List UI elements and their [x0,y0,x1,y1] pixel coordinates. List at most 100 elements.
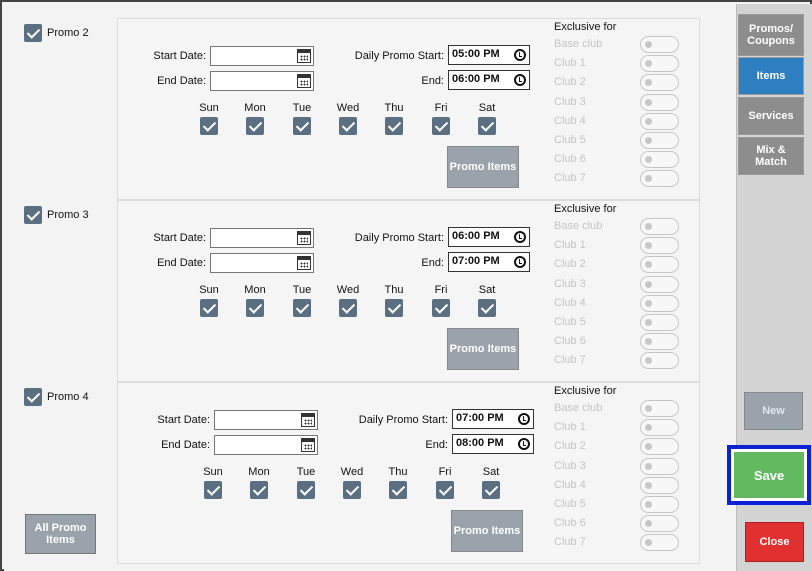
day-sun-checkbox[interactable]: Sun [193,466,233,502]
checkbox-checked-icon[interactable] [24,24,42,42]
exclusive-toggle[interactable] [640,352,679,370]
day-fri-checkbox[interactable]: Fri [421,284,461,320]
checkbox-checked-icon[interactable] [200,117,218,135]
day-tue-checkbox[interactable]: Tue [286,466,326,502]
daily-promo-start-input[interactable]: 05:00 PM [448,45,530,65]
daily-promo-end-input[interactable]: 07:00 PM [448,252,530,272]
promo-items-button[interactable]: Promo Items [447,146,519,188]
day-sat-checkbox[interactable]: Sat [467,284,507,320]
day-mon-checkbox[interactable]: Mon [235,102,275,138]
exclusive-toggle[interactable] [640,333,679,351]
checkbox-checked-icon[interactable] [246,117,264,135]
checkbox-checked-icon[interactable] [297,481,315,499]
exclusive-toggle[interactable] [640,151,679,169]
checkbox-checked-icon[interactable] [200,299,218,317]
exclusive-toggle[interactable] [640,496,679,513]
day-wed-checkbox[interactable]: Wed [328,284,368,320]
promo-enable-checkbox[interactable]: Promo 4 [24,388,89,406]
exclusive-toggle[interactable] [640,36,679,53]
day-tue-checkbox[interactable]: Tue [282,284,322,320]
daily-promo-end-input[interactable]: 06:00 PM [448,70,530,90]
exclusive-toggle[interactable] [640,438,679,456]
calendar-icon[interactable] [301,438,315,452]
day-wed-checkbox[interactable]: Wed [332,466,372,502]
exclusive-toggle[interactable] [640,314,679,331]
exclusive-toggle[interactable] [640,237,679,255]
exclusive-toggle[interactable] [640,74,679,92]
calendar-icon[interactable] [297,231,311,245]
exclusive-toggle[interactable] [640,256,679,274]
day-mon-checkbox[interactable]: Mon [235,284,275,320]
daily-promo-start-input[interactable]: 06:00 PM [448,227,530,247]
clock-icon[interactable] [518,413,530,425]
start-date-input[interactable] [210,46,314,66]
checkbox-checked-icon[interactable] [478,117,496,135]
checkbox-checked-icon[interactable] [385,117,403,135]
exclusive-toggle[interactable] [640,457,679,475]
exclusive-toggle[interactable] [640,170,679,188]
checkbox-checked-icon[interactable] [343,481,361,499]
clock-icon[interactable] [514,231,526,243]
exclusive-toggle[interactable] [640,218,679,235]
promo-enable-checkbox[interactable]: Promo 2 [24,24,89,42]
tab-items[interactable]: Items [738,57,804,95]
save-button[interactable]: Save [734,452,804,498]
day-thu-checkbox[interactable]: Thu [374,284,414,320]
exclusive-toggle[interactable] [640,400,679,417]
clock-icon[interactable] [518,438,530,450]
calendar-icon[interactable] [301,413,315,427]
exclusive-toggle[interactable] [640,132,679,149]
checkbox-checked-icon[interactable] [478,299,496,317]
tab-mix-and-match[interactable]: Mix & Match [738,137,804,175]
tab-services[interactable]: Services [738,97,804,135]
start-date-input[interactable] [214,410,318,430]
day-fri-checkbox[interactable]: Fri [425,466,465,502]
promo-items-button[interactable]: Promo Items [451,510,523,552]
exclusive-toggle[interactable] [640,93,679,111]
day-wed-checkbox[interactable]: Wed [328,102,368,138]
checkbox-checked-icon[interactable] [339,117,357,135]
checkbox-checked-icon[interactable] [24,206,42,224]
checkbox-checked-icon[interactable] [293,117,311,135]
exclusive-toggle[interactable] [640,476,679,494]
end-date-input[interactable] [210,253,314,273]
checkbox-checked-icon[interactable] [339,299,357,317]
clock-icon[interactable] [514,74,526,86]
day-fri-checkbox[interactable]: Fri [421,102,461,138]
checkbox-checked-icon[interactable] [482,481,500,499]
exclusive-toggle[interactable] [640,515,679,533]
day-sun-checkbox[interactable]: Sun [189,284,229,320]
start-date-input[interactable] [210,228,314,248]
end-date-input[interactable] [210,71,314,91]
all-promo-items-button[interactable]: All Promo Items [25,514,96,554]
checkbox-checked-icon[interactable] [250,481,268,499]
close-button[interactable]: Close [745,522,804,562]
new-button[interactable]: New [744,392,803,430]
checkbox-checked-icon[interactable] [436,481,454,499]
calendar-icon[interactable] [297,74,311,88]
exclusive-toggle[interactable] [640,534,679,552]
checkbox-checked-icon[interactable] [204,481,222,499]
day-thu-checkbox[interactable]: Thu [374,102,414,138]
exclusive-toggle[interactable] [640,419,679,437]
checkbox-checked-icon[interactable] [432,117,450,135]
exclusive-toggle[interactable] [640,55,679,73]
day-sun-checkbox[interactable]: Sun [189,102,229,138]
checkbox-checked-icon[interactable] [246,299,264,317]
daily-promo-start-input[interactable]: 07:00 PM [452,409,534,429]
checkbox-checked-icon[interactable] [385,299,403,317]
checkbox-checked-icon[interactable] [24,388,42,406]
day-sat-checkbox[interactable]: Sat [471,466,511,502]
day-tue-checkbox[interactable]: Tue [282,102,322,138]
exclusive-toggle[interactable] [640,294,679,312]
end-date-input[interactable] [214,435,318,455]
promo-items-button[interactable]: Promo Items [447,328,519,370]
day-sat-checkbox[interactable]: Sat [467,102,507,138]
day-thu-checkbox[interactable]: Thu [378,466,418,502]
checkbox-checked-icon[interactable] [293,299,311,317]
checkbox-checked-icon[interactable] [432,299,450,317]
daily-promo-end-input[interactable]: 08:00 PM [452,434,534,454]
calendar-icon[interactable] [297,256,311,270]
checkbox-checked-icon[interactable] [389,481,407,499]
promo-enable-checkbox[interactable]: Promo 3 [24,206,89,224]
